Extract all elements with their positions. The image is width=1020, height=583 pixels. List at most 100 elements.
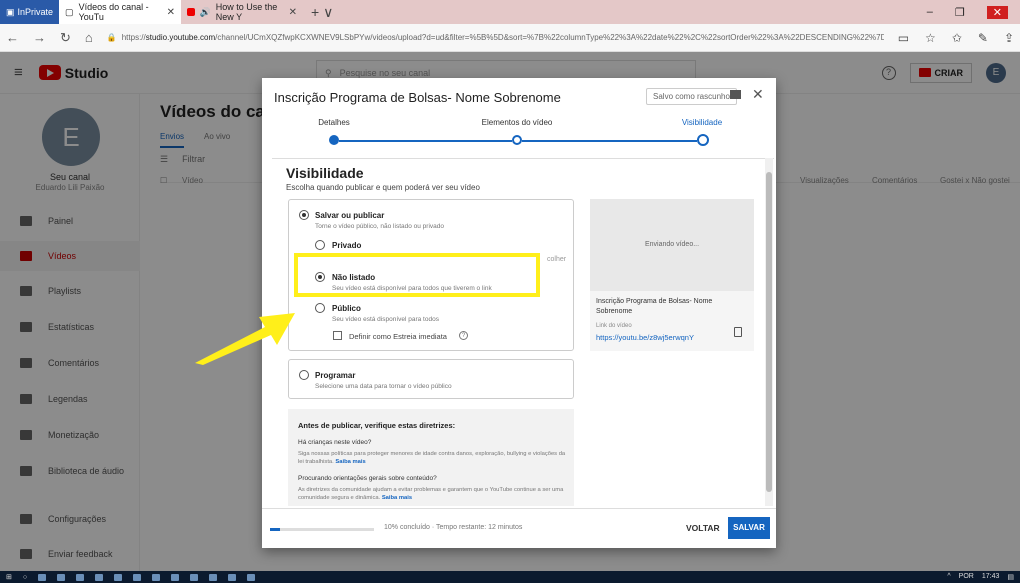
window-controls: – ❐ ✕ (927, 5, 1020, 19)
notifications-icon[interactable]: ▤ (1007, 573, 1014, 581)
guidelines-heading: Antes de publicar, verifique estas diret… (298, 421, 456, 430)
youtube-icon (187, 8, 195, 16)
upload-progress-bar (270, 528, 374, 531)
new-tab-button[interactable]: + ∨ (303, 4, 341, 21)
taskbar-app-icon[interactable] (209, 573, 218, 581)
taskbar-app-icon[interactable] (133, 573, 142, 581)
refresh-icon[interactable]: ↻ (60, 30, 71, 46)
clock[interactable]: 17:43 (982, 573, 1000, 581)
step-visibilidade-dot (697, 134, 709, 146)
radio-publico[interactable] (315, 303, 325, 313)
schedule-desc: Selecione uma data para tornar o vídeo p… (315, 383, 452, 390)
premiere-checkbox[interactable] (333, 331, 342, 340)
search-icon[interactable]: ○ (23, 574, 27, 581)
upload-progress-fill (270, 528, 281, 531)
feedback-icon[interactable] (730, 90, 741, 99)
dialog-body: Visibilidade Escolha quando publicar e q… (272, 158, 774, 506)
close-icon[interactable]: ✕ (752, 86, 764, 103)
taskbar-app-icon[interactable] (114, 573, 123, 581)
url-field[interactable]: 🔒 https://studio.youtube.com/channel/UCmX… (107, 33, 884, 42)
tab-page-icon: ▢ (65, 6, 74, 17)
option-publico-label: Público (332, 304, 361, 313)
radio-programar[interactable] (299, 370, 309, 380)
taskbar-app-icon[interactable] (247, 573, 256, 581)
draft-status-badge: Salvo como rascunho (646, 88, 737, 105)
audio-icon: 🔊 (199, 6, 211, 17)
upload-status: 10% concluído · Tempo restante: 12 minut… (384, 524, 523, 531)
schedule-label: Programar (315, 371, 356, 380)
radio-privado[interactable] (315, 240, 325, 250)
arrow-shape (195, 313, 295, 365)
visibility-title: Visibilidade (286, 165, 364, 181)
favorites-hub-icon[interactable]: ✩ (952, 31, 962, 45)
learn-more-link[interactable]: Saiba mais (335, 459, 365, 465)
option-publico-desc: Seu vídeo está disponível para todos (332, 316, 439, 323)
close-tab-icon[interactable]: ✕ (167, 7, 175, 18)
taskbar-app-icon[interactable] (190, 573, 199, 581)
dialog-scrollbar[interactable] (765, 158, 773, 506)
stepper: Detalhes Elementos do vídeo Visibilidade (262, 118, 776, 158)
step-visibilidade[interactable]: Visibilidade (642, 118, 762, 127)
highlight-box (294, 253, 540, 297)
stepper-line (339, 140, 512, 142)
forward-arrow-icon[interactable]: → (33, 30, 46, 45)
close-window-button[interactable]: ✕ (986, 5, 1008, 19)
dialog-footer: 10% concluído · Tempo restante: 12 minut… (262, 508, 776, 548)
back-button[interactable]: VOLTAR (686, 523, 720, 533)
pen-icon[interactable]: ✎ (978, 31, 988, 45)
dialog-title: Inscrição Programa de Bolsas- Nome Sobre… (274, 90, 561, 105)
stepper-line (522, 140, 697, 142)
scrollbar-thumb[interactable] (766, 172, 772, 492)
guideline-question-children: Há crianças neste vídeo? (298, 439, 372, 446)
taskbar-app-icon[interactable] (76, 573, 85, 581)
guideline-text-content: As diretrizes da comunidade ajudam a evi… (298, 487, 564, 501)
radio-save-publish[interactable] (299, 210, 309, 220)
schedule-card: Programar Selecione uma data para tornar… (288, 359, 574, 399)
language-indicator[interactable]: POR (959, 573, 974, 581)
windows-start-icon[interactable]: ⊞ (6, 573, 12, 581)
reading-view-icon[interactable]: ▭ (898, 31, 909, 45)
step-elementos[interactable]: Elementos do vídeo (457, 118, 577, 127)
browser-tab-howto[interactable]: 🔊 How to Use the New Y ✕ (181, 0, 303, 24)
guideline-text-children: Siga nossas políticas para proteger meno… (298, 451, 566, 465)
save-publish-label: Salvar ou publicar (315, 211, 385, 220)
video-link[interactable]: https://youtu.be/z8wj5erwqnY (596, 333, 694, 342)
taskbar: ⊞ ○ ^ POR 17:43 ▤ (0, 571, 1020, 583)
private-icon: ▣ (6, 6, 15, 17)
save-button[interactable]: SALVAR (728, 517, 770, 539)
step-detalhes-check-icon (329, 135, 339, 145)
taskbar-app-icon[interactable] (152, 573, 161, 581)
option-privado-label: Privado (332, 241, 362, 250)
video-preview-thumbnail: Enviando vídeo... (590, 199, 754, 291)
close-tab-icon[interactable]: ✕ (289, 7, 297, 18)
help-icon[interactable]: ? (459, 331, 468, 340)
minimize-button[interactable]: – (927, 6, 933, 19)
favorite-star-icon[interactable]: ☆ (925, 31, 936, 45)
taskbar-app-icon[interactable] (38, 573, 47, 581)
step-detalhes[interactable]: Detalhes (274, 118, 394, 127)
system-tray: ^ POR 17:43 ▤ (947, 573, 1014, 581)
upload-dialog: Inscrição Programa de Bolsas- Nome Sobre… (262, 78, 776, 548)
lock-icon: 🔒 (106, 33, 117, 42)
maximize-button[interactable]: ❐ (955, 6, 965, 19)
video-preview-card: Enviando vídeo... Inscrição Programa de … (590, 199, 754, 351)
visibility-subtitle: Escolha quando publicar e quem poderá ve… (286, 183, 480, 192)
tray-chevron-icon[interactable]: ^ (947, 573, 950, 581)
screen: ▣ InPrivate ▢ Vídeos do canal - YouTu ✕ 🔊 Ho… (0, 0, 1020, 583)
taskbar-app-icon[interactable] (57, 573, 66, 581)
share-icon[interactable]: ⇪ (1004, 31, 1014, 45)
home-icon[interactable]: ⌂ (85, 30, 93, 45)
address-bar: ← → ↻ ⌂ 🔒 https://studio.youtube.com/chan… (0, 24, 1020, 52)
taskbar-app-icon[interactable] (171, 573, 180, 581)
taskbar-app-icon[interactable] (95, 573, 104, 581)
save-publish-desc: Torne o vídeo público, não listado ou pr… (315, 223, 445, 230)
preview-video-title: Inscrição Programa de Bolsas- Nome Sobre… (596, 298, 713, 315)
inprivate-badge: ▣ InPrivate (0, 0, 60, 24)
browser-tab-studio[interactable]: ▢ Vídeos do canal - YouTu ✕ (59, 0, 182, 24)
video-link-label: Link do vídeo (596, 323, 632, 329)
learn-more-link[interactable]: Saiba mais (382, 495, 412, 501)
back-arrow-icon[interactable]: ← (6, 30, 19, 45)
taskbar-app-icon[interactable] (228, 573, 237, 581)
copy-icon[interactable] (734, 327, 742, 337)
annotation-arrow-icon (195, 313, 295, 365)
